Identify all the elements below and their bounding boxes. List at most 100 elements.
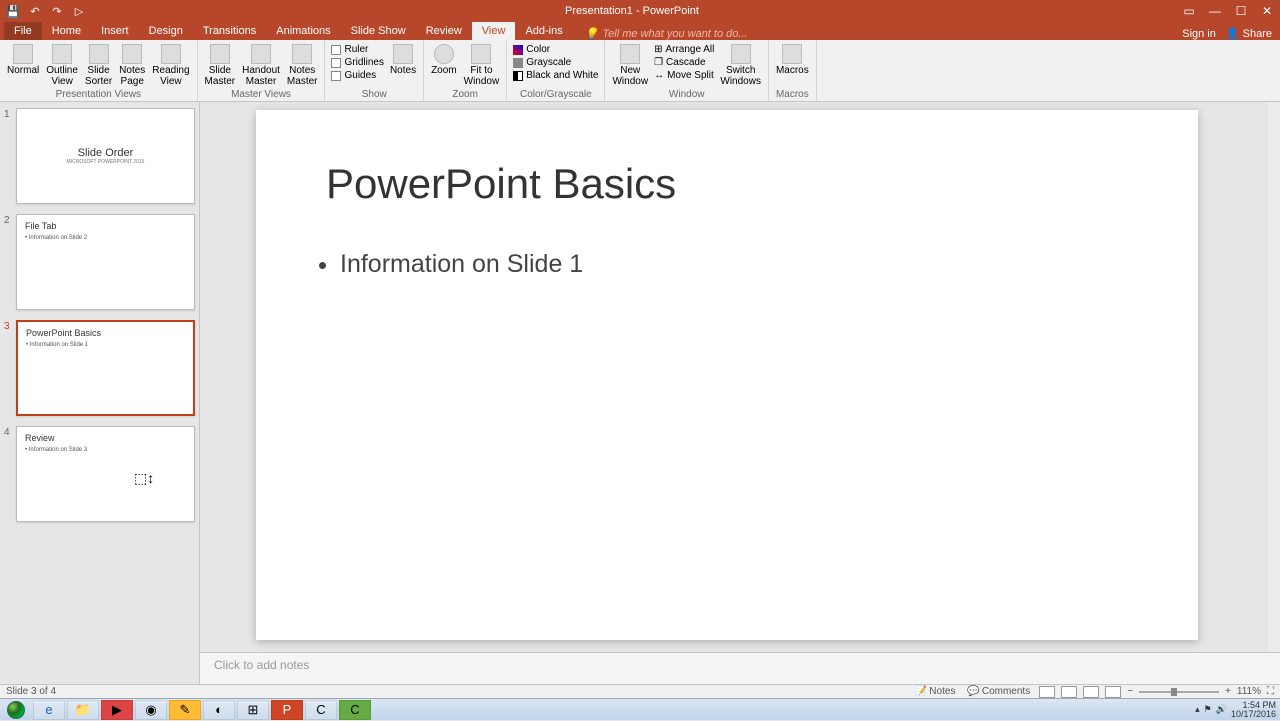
notes-button[interactable]: Notes (387, 42, 419, 89)
taskbar-media[interactable]: ▶ (101, 700, 133, 720)
tab-design[interactable]: Design (139, 22, 193, 40)
zoom-out-icon[interactable]: − (1127, 686, 1133, 697)
reading-view-button[interactable]: Reading View (149, 42, 192, 89)
arrange-all-button[interactable]: ⊞Arrange All (654, 43, 714, 56)
tray-clock[interactable]: 1:54 PM 10/17/2016 (1231, 701, 1276, 719)
zoom-button[interactable]: Zoom (428, 42, 460, 89)
group-window: New Window ⊞Arrange All ❐Cascade ↔Move S… (605, 40, 768, 101)
normal-view-shortcut[interactable] (1039, 686, 1055, 698)
tray-flag-icon[interactable]: ⚑ (1204, 704, 1212, 715)
normal-view-button[interactable]: Normal (4, 42, 42, 89)
slide-thumbnail-4[interactable]: Review • Information on Slide 3 (16, 426, 195, 522)
tab-view[interactable]: View (472, 22, 516, 40)
redo-icon[interactable]: ↷ (48, 2, 66, 20)
guides-checkbox[interactable]: Guides (331, 69, 383, 82)
taskbar-app5[interactable]: ✎ (169, 700, 201, 720)
taskbar-app9[interactable]: C (305, 700, 337, 720)
group-label: Master Views (231, 89, 291, 101)
group-label: Show (362, 89, 387, 101)
slide-canvas[interactable]: PowerPoint Basics Information on Slide 1 (256, 110, 1198, 640)
reading-view-shortcut[interactable] (1083, 686, 1099, 698)
slide-thumbnail-3[interactable]: PowerPoint Basics • Information on Slide… (16, 320, 195, 416)
taskbar-ie[interactable]: e (33, 700, 65, 720)
quick-access-toolbar: 💾 ↶ ↷ ▷ (0, 2, 88, 20)
tab-file[interactable]: File (4, 22, 42, 40)
thumb-title: Review (25, 433, 186, 443)
ribbon-options-icon[interactable]: ▭ (1176, 0, 1202, 22)
maximize-icon[interactable]: ☐ (1228, 0, 1254, 22)
color-button[interactable]: Color (513, 43, 598, 56)
slide-thumbnail-panel[interactable]: 1 Slide Order MICROSOFT POWERPOINT 2016 … (0, 102, 200, 684)
system-tray[interactable]: ▴ ⚑ 🔊 1:54 PM 10/17/2016 (1195, 701, 1280, 719)
thumb-number: 4 (4, 426, 16, 522)
slide-body[interactable]: Information on Slide 1 (326, 250, 1128, 279)
notes-page-button[interactable]: Notes Page (116, 42, 148, 89)
notes-pane[interactable]: Click to add notes (200, 652, 1280, 684)
notes-master-button[interactable]: Notes Master (284, 42, 321, 89)
group-show: Ruler Gridlines Guides Notes Show (325, 40, 424, 101)
move-split-button[interactable]: ↔Move Split (654, 69, 714, 82)
macros-button[interactable]: Macros (773, 42, 812, 89)
tab-slideshow[interactable]: Slide Show (341, 22, 416, 40)
tab-review[interactable]: Review (416, 22, 472, 40)
notes-icon (393, 44, 413, 64)
black-white-button[interactable]: Black and White (513, 69, 598, 82)
comments-toggle[interactable]: 💬Comments (964, 686, 1033, 697)
tab-insert[interactable]: Insert (91, 22, 139, 40)
notes-toggle[interactable]: 📝Notes (912, 686, 959, 697)
vertical-scrollbar[interactable] (1268, 102, 1280, 652)
fit-to-window-icon[interactable]: ⛶ (1267, 686, 1274, 697)
taskbar-app7[interactable]: ⊞ (237, 700, 269, 720)
taskbar-app10[interactable]: C (339, 700, 371, 720)
taskbar-chrome[interactable]: ◉ (135, 700, 167, 720)
slide-counter[interactable]: Slide 3 of 4 (6, 686, 56, 697)
taskbar-app6[interactable]: ◐ (203, 700, 235, 720)
slideshow-shortcut[interactable] (1105, 686, 1121, 698)
sign-in-link[interactable]: Sign in (1182, 28, 1216, 40)
tray-network-icon[interactable]: 🔊 (1216, 704, 1227, 715)
slide-master-button[interactable]: Slide Master (202, 42, 239, 89)
notesmaster-icon (292, 44, 312, 64)
tell-me-search[interactable]: 💡Tell me what you want to do... (585, 27, 748, 40)
taskbar-powerpoint[interactable]: P (271, 700, 303, 720)
zoom-in-icon[interactable]: + (1225, 686, 1231, 697)
tab-transitions[interactable]: Transitions (193, 22, 266, 40)
save-icon[interactable]: 💾 (4, 2, 22, 20)
slide-thumbnail-1[interactable]: Slide Order MICROSOFT POWERPOINT 2016 (16, 108, 195, 204)
slide-title[interactable]: PowerPoint Basics (326, 160, 1128, 208)
gridlines-checkbox[interactable]: Gridlines (331, 56, 383, 69)
tab-animations[interactable]: Animations (266, 22, 340, 40)
taskbar-explorer[interactable]: 📁 (67, 700, 99, 720)
outline-view-button[interactable]: Outline View (43, 42, 81, 89)
minimize-icon[interactable]: — (1202, 0, 1228, 22)
arrange-icon: ⊞ (654, 44, 662, 55)
group-label: Macros (776, 89, 809, 101)
sorter-view-shortcut[interactable] (1061, 686, 1077, 698)
switch-windows-button[interactable]: Switch Windows (717, 42, 764, 89)
start-slideshow-icon[interactable]: ▷ (70, 2, 88, 20)
zoom-slider[interactable] (1139, 691, 1219, 693)
start-button[interactable] (0, 699, 32, 721)
thumb-title: File Tab (25, 221, 186, 231)
close-icon[interactable]: ✕ (1254, 0, 1280, 22)
handout-master-button[interactable]: Handout Master (239, 42, 283, 89)
fit-to-window-button[interactable]: Fit to Window (461, 42, 503, 89)
ribbon-tabs: File Home Insert Design Transitions Anim… (0, 22, 1280, 40)
thumb-title: Slide Order (78, 147, 134, 159)
thumb-subtitle: MICROSOFT POWERPOINT 2016 (67, 159, 145, 165)
share-button[interactable]: 👤 Share (1226, 27, 1272, 40)
zoom-percent[interactable]: 111% (1237, 686, 1261, 697)
zoom-icon (434, 44, 454, 64)
slide-sorter-button[interactable]: Slide Sorter (82, 42, 115, 89)
undo-icon[interactable]: ↶ (26, 2, 44, 20)
cascade-icon: ❐ (654, 57, 663, 68)
tab-home[interactable]: Home (42, 22, 91, 40)
new-window-button[interactable]: New Window (609, 42, 651, 89)
tab-addins[interactable]: Add-ins (515, 22, 572, 40)
grayscale-button[interactable]: Grayscale (513, 56, 598, 69)
slide-thumbnail-2[interactable]: File Tab • Information on Slide 2 (16, 214, 195, 310)
tray-up-icon[interactable]: ▴ (1195, 704, 1200, 715)
cascade-button[interactable]: ❐Cascade (654, 56, 714, 69)
ruler-checkbox[interactable]: Ruler (331, 43, 383, 56)
status-bar: Slide 3 of 4 📝Notes 💬Comments − + 111% ⛶ (0, 684, 1280, 698)
